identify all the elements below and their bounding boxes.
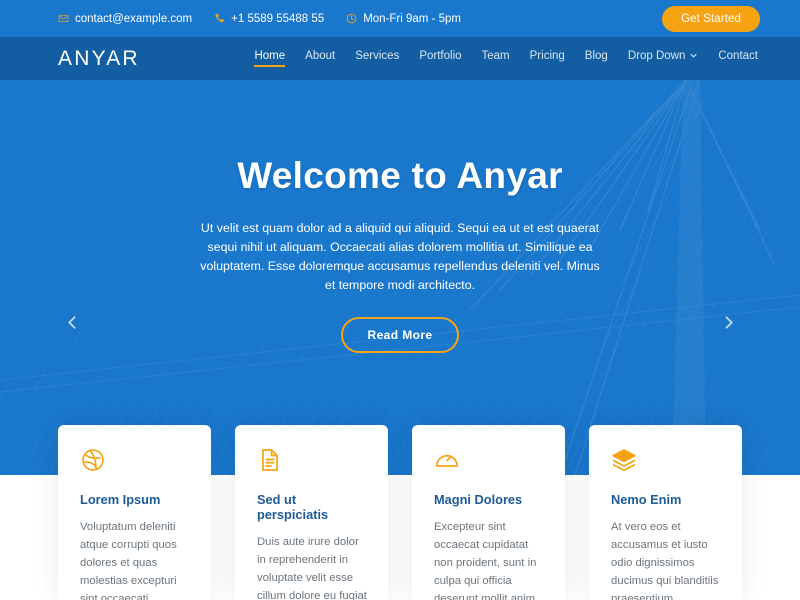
main-navigation-bar: ANYAR Home About Services Portfolio Team… — [0, 37, 800, 80]
carousel-next-button[interactable] — [714, 308, 742, 336]
cards-row: Lorem Ipsum Voluptatum deleniti atque co… — [58, 425, 742, 600]
feature-card-lorem-ipsum[interactable]: Lorem Ipsum Voluptatum deleniti atque co… — [58, 425, 211, 600]
nav-item-blog[interactable]: Blog — [585, 50, 608, 67]
feature-card-text: Voluptatum deleniti atque corrupti quos … — [80, 521, 177, 600]
clock-icon — [346, 13, 357, 24]
featured-cards-section: Lorem Ipsum Voluptatum deleniti atque co… — [0, 425, 800, 600]
nav-item-portfolio-label: Portfolio — [419, 50, 462, 62]
hero-section: Welcome to Anyar Ut velit est quam dolor… — [0, 80, 800, 475]
hero-content: Welcome to Anyar Ut velit est quam dolor… — [0, 80, 800, 353]
read-more-button[interactable]: Read More — [340, 317, 460, 353]
nav-item-pricing[interactable]: Pricing — [530, 50, 565, 67]
carousel-prev-button[interactable] — [58, 308, 86, 336]
layers-icon — [611, 447, 722, 475]
contact-hours-text: Mon-Fri 9am - 5pm — [363, 12, 461, 25]
nav-item-drop-down[interactable]: Drop Down — [628, 50, 699, 67]
nav-item-team[interactable]: Team — [482, 50, 510, 67]
nav-item-about[interactable]: About — [305, 50, 335, 67]
nav-item-about-label: About — [305, 50, 336, 62]
nav-item-home-label: Home — [254, 50, 286, 62]
nav-item-services-label: Services — [355, 50, 400, 62]
envelope-icon — [58, 13, 69, 24]
nav-item-services[interactable]: Services — [355, 50, 399, 67]
feature-card-magni-dolores[interactable]: Magni Dolores Excepteur sint occaecat cu… — [412, 425, 565, 600]
contact-phone[interactable]: +1 5589 55488 55 — [214, 13, 324, 25]
contact-email[interactable]: contact@example.com — [58, 13, 192, 25]
feature-card-text: Excepteur sint occaecat cupidatat non pr… — [434, 521, 537, 600]
nav-item-home[interactable]: Home — [254, 50, 285, 67]
phone-icon — [214, 13, 225, 24]
feature-card-text: Duis aute irure dolor in reprehenderit i… — [257, 536, 367, 600]
nav-item-contact[interactable]: Contact — [718, 50, 758, 67]
feature-card-title[interactable]: Nemo Enim — [611, 492, 722, 507]
contact-phone-text: +1 5589 55488 55 — [231, 12, 325, 25]
topbar-contact-list: contact@example.com +1 5589 55488 55 Mon… — [58, 13, 461, 25]
feature-card-sed-ut-perspiciatis[interactable]: Sed ut perspiciatis Duis aute irure dolo… — [235, 425, 388, 600]
feature-card-nemo-enim[interactable]: Nemo Enim At vero eos et accusamus et iu… — [589, 425, 742, 600]
nav-item-contact-label: Contact — [718, 50, 758, 62]
site-logo[interactable]: ANYAR — [58, 47, 140, 71]
dribbble-icon — [80, 447, 191, 475]
nav-item-pricing-label: Pricing — [529, 50, 565, 62]
nav-item-team-label: Team — [481, 50, 510, 62]
nav-item-portfolio[interactable]: Portfolio — [419, 50, 461, 67]
feature-card-title[interactable]: Sed ut perspiciatis — [257, 492, 368, 522]
nav-item-drop-down-label: Drop Down — [627, 50, 686, 62]
feature-card-title[interactable]: Lorem Ipsum — [80, 492, 191, 507]
chevron-right-icon — [720, 314, 737, 331]
contact-hours: Mon-Fri 9am - 5pm — [346, 13, 461, 25]
chevron-down-icon — [689, 51, 698, 63]
contact-email-text: contact@example.com — [75, 12, 193, 25]
hero-description: Ut velit est quam dolor ad a aliquid qui… — [200, 221, 600, 292]
chevron-left-icon — [64, 314, 81, 331]
hero-title: Welcome to Anyar — [237, 155, 563, 196]
top-bar: contact@example.com +1 5589 55488 55 Mon… — [0, 0, 800, 37]
get-started-button[interactable]: Get Started — [662, 5, 760, 32]
file-document-icon — [257, 447, 368, 475]
nav-menu: Home About Services Portfolio Team Prici… — [254, 50, 758, 67]
feature-card-title[interactable]: Magni Dolores — [434, 492, 545, 507]
nav-item-blog-label: Blog — [584, 50, 608, 62]
feature-card-text: At vero eos et accusamus et iusto odio d… — [611, 521, 719, 600]
gauge-icon — [434, 447, 545, 475]
